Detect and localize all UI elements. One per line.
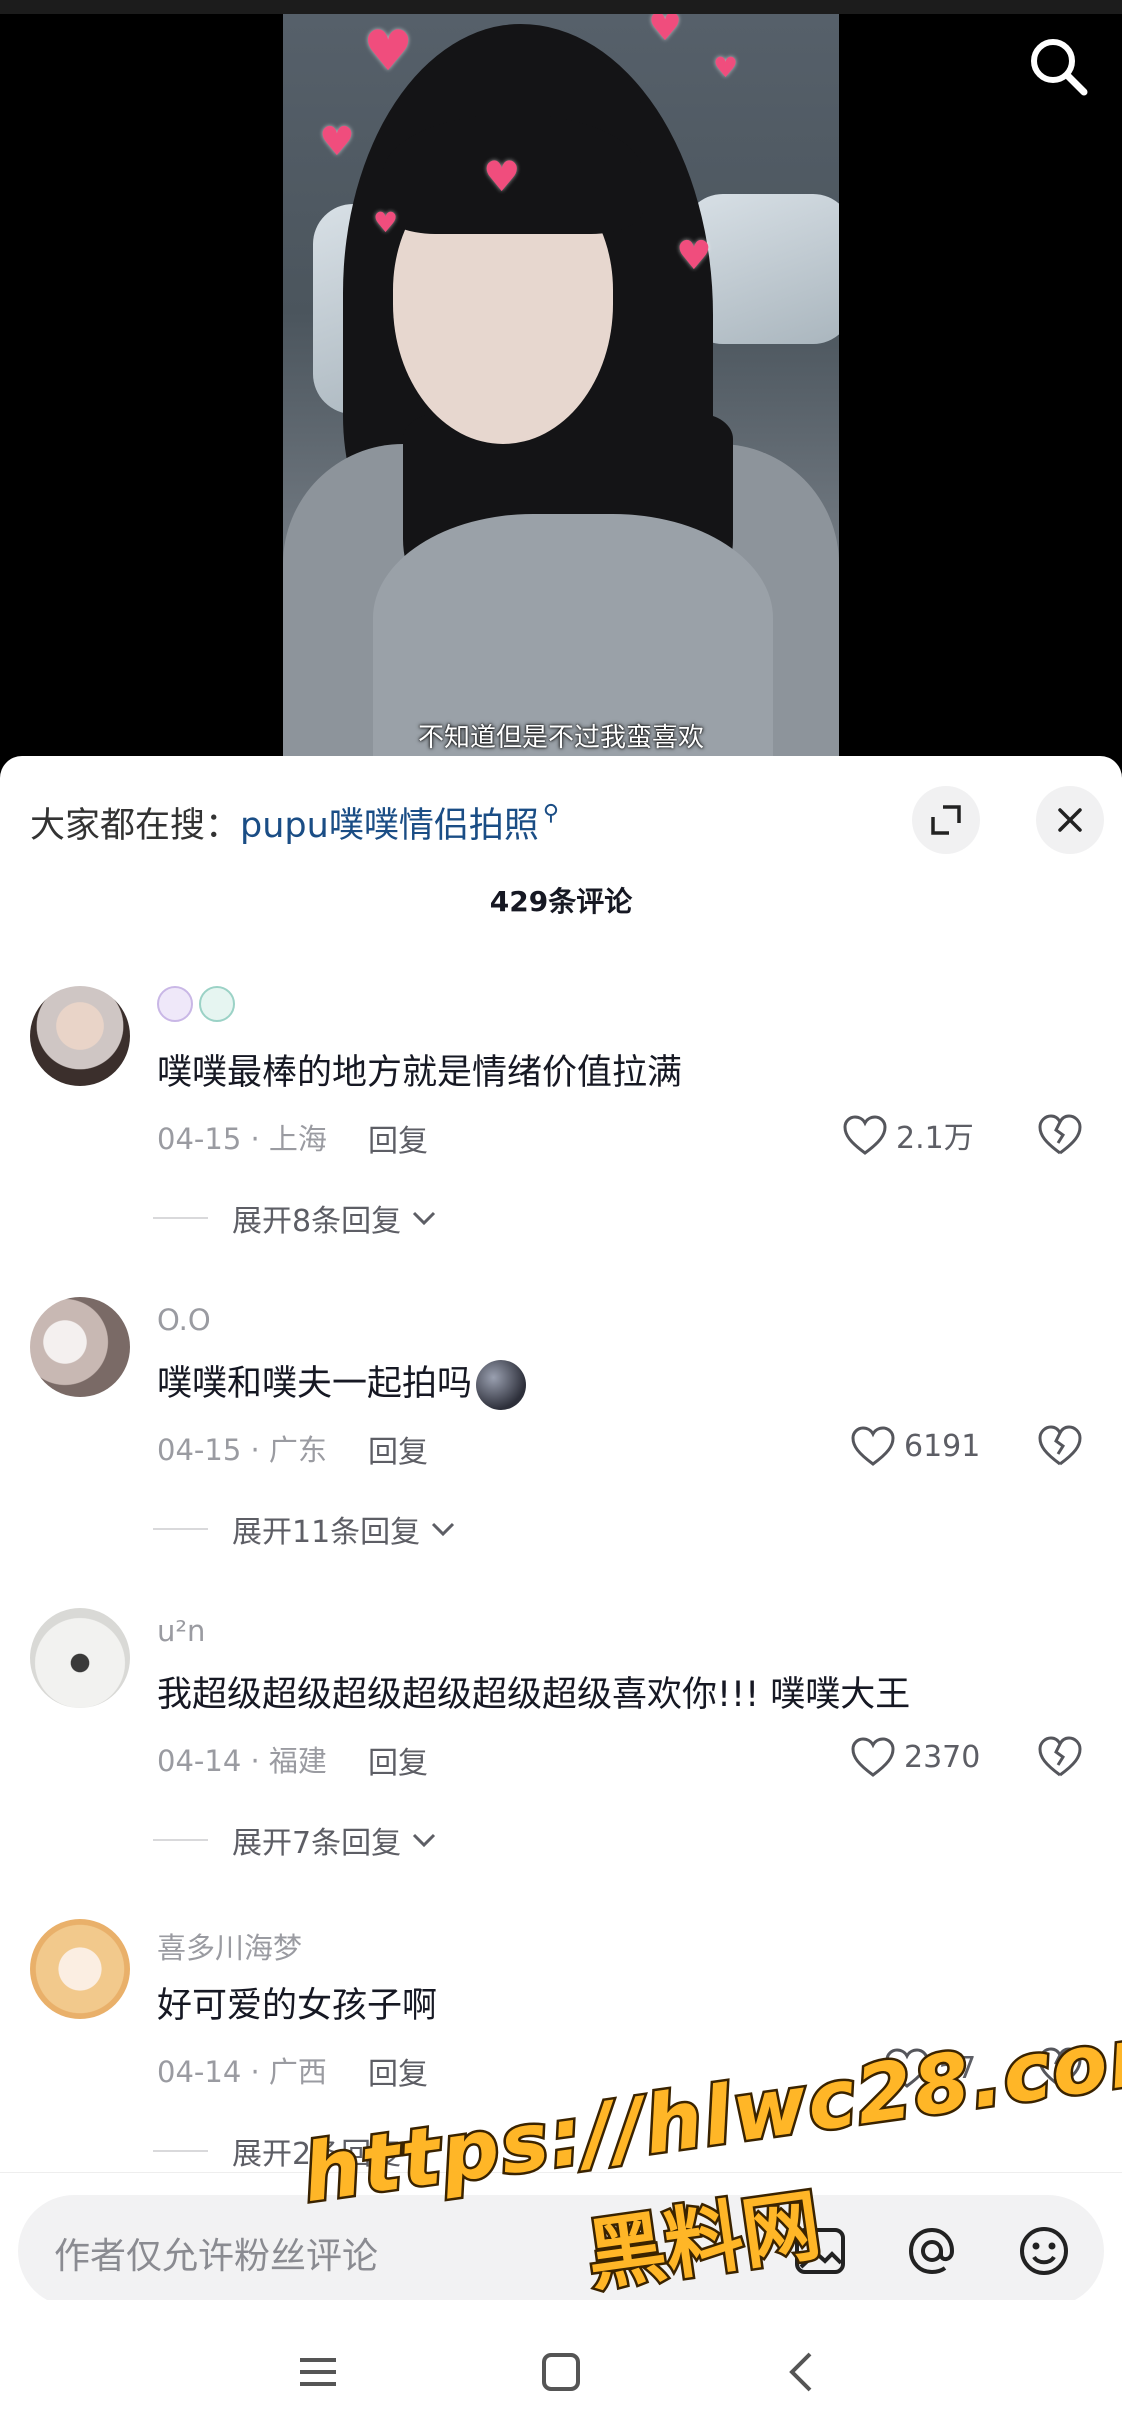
expand-replies-label: 展开7条回复 [232, 1826, 402, 1861]
comment-input-placeholder: 作者仅允许粉丝评论 [54, 2236, 379, 2277]
menu-icon[interactable] [288, 2342, 348, 2402]
expand-icon [931, 805, 961, 835]
chevron-down-icon [413, 1211, 436, 1226]
comment-item: u²n 我超级超级超级超级超级超级喜欢你!!! 噗噗大王 04-14 · 福建 … [0, 1608, 1122, 1908]
comment-input-bar: 作者仅允许粉丝评论 [0, 2172, 1122, 2307]
reply-button[interactable]: 回复 [368, 2049, 428, 2093]
comment-item: O.O 噗噗和噗夫一起拍吗 04-15 · 广东 回复 6191 展开11条回复 [0, 1297, 1122, 1597]
username[interactable]: O.O [157, 1303, 211, 1337]
image-icon[interactable] [790, 2221, 850, 2281]
emoji-sticker-icon [476, 1360, 527, 1410]
chevron-down-icon [413, 1833, 436, 1848]
system-nav-bar [0, 2300, 1122, 2430]
heart-icon [885, 2048, 929, 2088]
trending-search-prefix: 大家都在搜： [30, 805, 241, 846]
broken-heart-icon[interactable] [1036, 2043, 1084, 2091]
heart-sticker: ♥ [676, 233, 712, 279]
expand-replies-button[interactable]: 展开8条回复 [153, 1196, 437, 1240]
username[interactable]: 喜多川海梦 [157, 1925, 302, 1967]
search-icon: ⚲ [542, 800, 559, 826]
at-icon[interactable] [902, 2221, 962, 2281]
heart-icon [851, 1426, 895, 1466]
badge-icon [157, 986, 193, 1022]
video-frame[interactable]: ♥ ♥ ♥ ♥ ♥ ♥ ♥ 不知道但是不过我蛮喜欢 [283, 14, 839, 760]
comment-date-location: 04-14 · 福建 [157, 1744, 327, 1778]
expand-replies-label: 展开11条回复 [232, 1515, 421, 1550]
heart-sticker: ♥ [648, 14, 683, 49]
expand-replies-button[interactable]: 展开11条回复 [153, 1507, 456, 1551]
comment-date-location: 04-15 · 上海 [157, 1122, 327, 1156]
search-icon[interactable] [1026, 34, 1092, 100]
avatar[interactable] [30, 1919, 130, 2019]
like-button[interactable]: 57 [884, 2043, 976, 2093]
expand-button[interactable] [912, 786, 980, 854]
badge-icon [199, 986, 235, 1022]
reply-button[interactable]: 回复 [368, 1116, 428, 1160]
comment-text: 我超级超级超级超级超级超级喜欢你!!! 噗噗大王 [157, 1675, 911, 1715]
comment-count: 429条评论 [489, 885, 633, 918]
emoji-icon[interactable] [1014, 2221, 1074, 2281]
comment-input[interactable]: 作者仅允许粉丝评论 [18, 2195, 1104, 2307]
expand-replies-button[interactable]: 展开7条回复 [153, 1818, 437, 1862]
heart-sticker: ♥ [319, 119, 355, 165]
trending-search-term[interactable]: pupu噗噗情侣拍照 [240, 797, 539, 848]
comment-text: 好可爱的女孩子啊 [157, 1986, 438, 2026]
home-icon[interactable] [531, 2342, 591, 2402]
like-count: 57 [938, 2050, 977, 2086]
comment-item: 噗噗最棒的地方就是情绪价值拉满 04-15 · 上海 回复 2.1万 展开8条回… [0, 986, 1122, 1286]
chevron-down-icon [432, 1522, 455, 1537]
like-button[interactable]: 2.1万 [842, 1110, 974, 1160]
like-button[interactable]: 6191 [850, 1421, 980, 1471]
reply-button[interactable]: 回复 [368, 1427, 428, 1471]
divider [153, 1839, 208, 1841]
broken-heart-icon[interactable] [1036, 1110, 1084, 1158]
expand-replies-button[interactable]: 展开2条回复 [153, 2129, 437, 2173]
expand-replies-label: 展开8条回复 [232, 1204, 402, 1239]
heart-icon [851, 1737, 895, 1777]
heart-sticker: ♥ [363, 19, 414, 84]
user-badges [157, 986, 235, 1022]
back-icon[interactable] [772, 2342, 832, 2402]
broken-heart-icon[interactable] [1036, 1732, 1084, 1780]
video-player[interactable]: ♥ ♥ ♥ ♥ ♥ ♥ ♥ 不知道但是不过我蛮喜欢 [0, 0, 1122, 760]
comment-date-location: 04-14 · 广西 [157, 2055, 327, 2089]
like-button[interactable]: 2370 [850, 1732, 980, 1782]
heart-icon [843, 1115, 887, 1155]
avatar[interactable] [30, 1608, 130, 1708]
close-icon [1058, 808, 1082, 832]
comment-text: 噗噗和噗夫一起拍吗 [157, 1355, 527, 1410]
divider [153, 1528, 208, 1530]
comment-text: 噗噗最棒的地方就是情绪价值拉满 [157, 1053, 683, 1093]
close-button[interactable] [1036, 786, 1104, 854]
heart-sticker: ♥ [373, 206, 399, 239]
chevron-down-icon [413, 2144, 436, 2159]
status-bar [0, 0, 1122, 14]
video-subtitle: 不知道但是不过我蛮喜欢 [417, 723, 704, 753]
divider [153, 2150, 208, 2152]
avatar[interactable] [30, 1297, 130, 1397]
divider [153, 1217, 208, 1219]
expand-replies-label: 展开2条回复 [232, 2137, 402, 2172]
comment-text-body: 噗噗和噗夫一起拍吗 [157, 1364, 473, 1404]
broken-heart-icon[interactable] [1036, 1421, 1084, 1469]
heart-sticker: ♥ [713, 51, 739, 84]
avatar[interactable] [30, 986, 130, 1086]
like-count: 2370 [904, 1739, 981, 1775]
username[interactable]: u²n [157, 1614, 205, 1648]
trending-search[interactable]: 大家都在搜： pupu噗噗情侣拍照 ⚲ [30, 786, 559, 858]
comment-date-location: 04-15 · 广东 [157, 1433, 327, 1467]
reply-button[interactable]: 回复 [368, 1738, 428, 1782]
like-count: 2.1万 [896, 1121, 974, 1156]
heart-sticker: ♥ [483, 152, 521, 201]
like-count: 6191 [904, 1428, 981, 1464]
